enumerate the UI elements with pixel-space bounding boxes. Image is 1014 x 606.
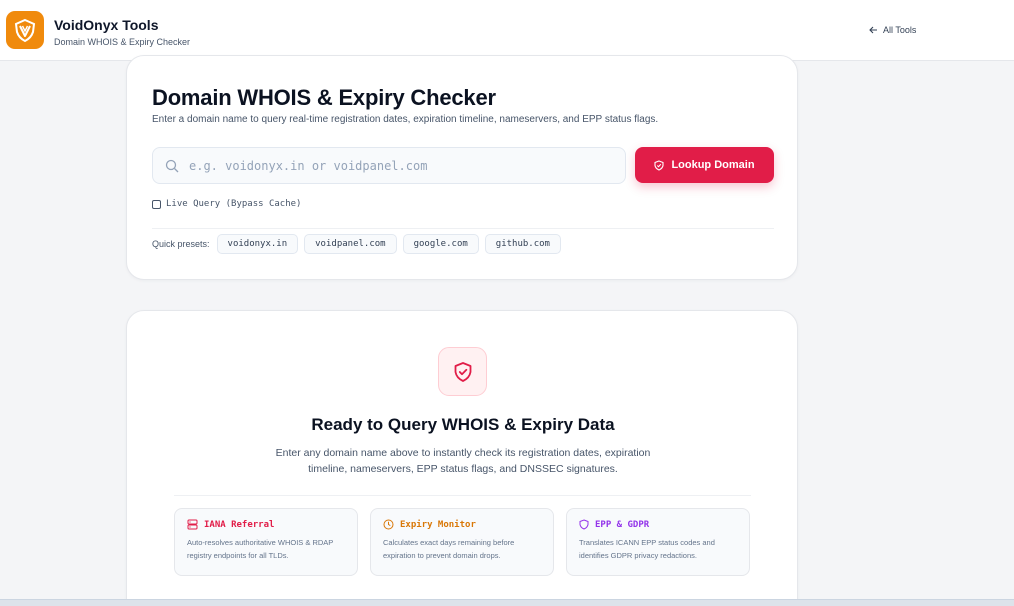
preset-chip[interactable]: google.com: [402, 234, 479, 254]
all-tools-label: All Tools: [883, 25, 917, 35]
shield-icon: [579, 519, 589, 530]
shield-tile: [438, 347, 487, 396]
feature-heading: IANA Referral: [187, 519, 345, 530]
divider: [152, 228, 774, 229]
lookup-domain-button[interactable]: Lookup Domain: [635, 147, 774, 183]
domain-search-box: [152, 147, 626, 184]
preset-chip[interactable]: voidpanel.com: [304, 234, 397, 254]
feature-description: Translates ICANN EPP status codes and id…: [579, 538, 715, 560]
feature-card-iana: IANA Referral Auto-resolves authoritativ…: [174, 508, 358, 576]
feature-title: Expiry Monitor: [400, 519, 476, 530]
shield-check-icon: [654, 159, 664, 171]
presets-label: Quick presets:: [152, 239, 210, 249]
page-title: Domain WHOIS & Expiry Checker: [152, 85, 496, 110]
live-query-checkbox[interactable]: [152, 199, 161, 209]
logo-icon: [14, 18, 36, 43]
feature-title: IANA Referral: [204, 519, 275, 530]
clock-icon: [383, 519, 394, 530]
feature-card-epp: EPP & GDPR Translates ICANN EPP status c…: [566, 508, 750, 576]
server-icon: [187, 519, 198, 530]
live-query-toggle[interactable]: Live Query (Bypass Cache): [152, 199, 301, 209]
app-logo[interactable]: [6, 11, 44, 49]
page-subtitle: Enter a domain name to query real-time r…: [152, 114, 659, 125]
feature-heading: EPP & GDPR: [579, 519, 737, 530]
feature-title: EPP & GDPR: [595, 519, 650, 530]
quick-presets: Quick presets: voidonyx.in voidpanel.com…: [152, 234, 561, 254]
domain-input[interactable]: [189, 158, 609, 173]
app-subtitle: Domain WHOIS & Expiry Checker: [54, 37, 191, 47]
search-icon: [165, 159, 179, 172]
preset-chip[interactable]: github.com: [484, 234, 561, 254]
top-bar: VoidOnyx Tools Domain WHOIS & Expiry Che…: [0, 0, 1014, 61]
feature-card-expiry: Expiry Monitor Calculates exact days rem…: [370, 508, 554, 576]
feature-description: Auto-resolves authoritative WHOIS & RDAP…: [187, 538, 334, 560]
app-title: VoidOnyx Tools: [54, 17, 159, 33]
divider: [174, 495, 751, 496]
all-tools-link[interactable]: All Tools: [869, 25, 916, 35]
preset-chip[interactable]: voidonyx.in: [216, 234, 299, 254]
live-query-label: Live Query (Bypass Cache): [166, 199, 302, 209]
ready-card: Ready to Query WHOIS & Expiry Data Enter…: [126, 310, 798, 606]
arrow-left-icon: [869, 26, 877, 34]
bottom-edge: [0, 599, 1014, 606]
search-card: Domain WHOIS & Expiry Checker Enter a do…: [126, 55, 798, 280]
ready-title: Ready to Query WHOIS & Expiry Data: [311, 415, 615, 434]
feature-heading: Expiry Monitor: [383, 519, 541, 530]
feature-description: Calculates exact days remaining before e…: [383, 538, 515, 560]
shield-check-icon: [454, 361, 471, 382]
lookup-button-label: Lookup Domain: [671, 159, 755, 171]
ready-description: Enter any domain name above to instantly…: [275, 447, 651, 475]
